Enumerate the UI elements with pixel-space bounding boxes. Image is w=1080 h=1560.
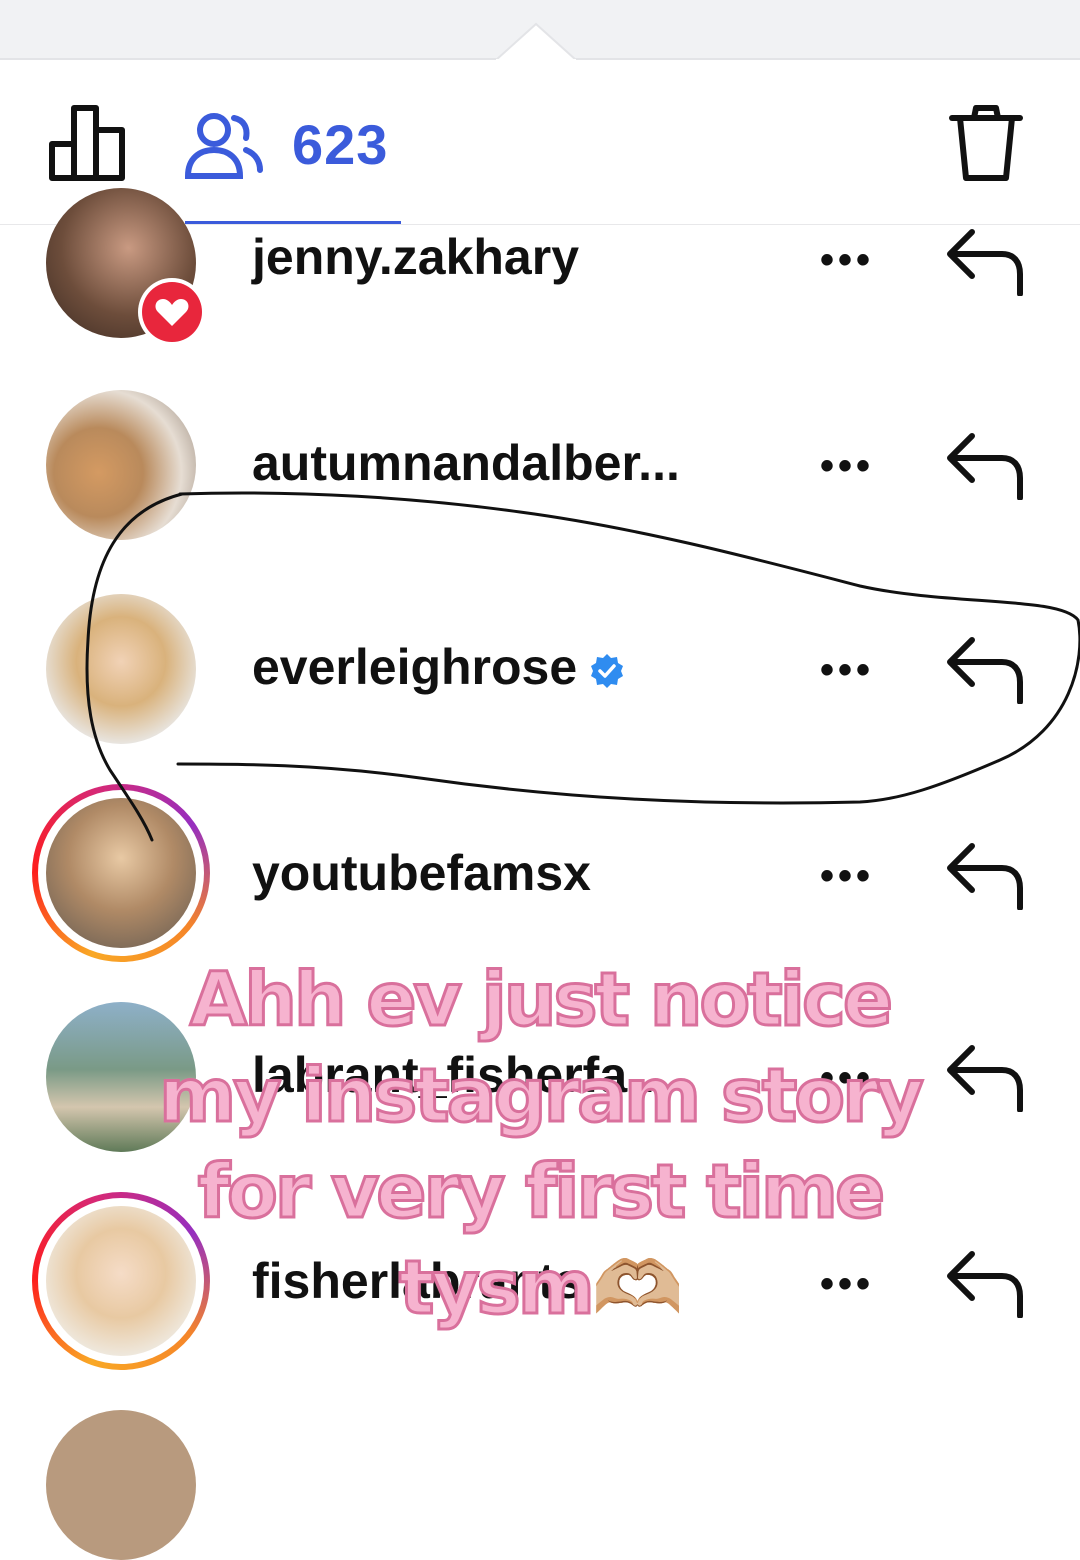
reply-arrow-icon[interactable]	[944, 634, 1026, 704]
avatar	[46, 798, 196, 948]
reply-arrow-icon[interactable]	[944, 1042, 1026, 1112]
story-ring[interactable]	[32, 784, 210, 962]
reply-arrow-icon[interactable]	[944, 430, 1026, 500]
liked-badge	[138, 278, 206, 346]
avatar[interactable]	[46, 594, 196, 744]
popover-caret	[496, 22, 576, 62]
caption-line: my instagram story	[158, 1052, 926, 1141]
avatar[interactable]	[46, 1410, 196, 1560]
viewer-username-text: everleighrose	[252, 639, 578, 695]
caption-line: Ahh ev just notice	[188, 956, 894, 1045]
story-caption: Ahh ev just notice my instagram story fo…	[150, 952, 930, 1336]
more-options-button[interactable]: •••	[820, 854, 874, 899]
reply-arrow-icon[interactable]	[944, 1248, 1026, 1318]
viewer-username[interactable]: everleighrose	[252, 638, 625, 696]
viewer-username[interactable]: jenny.zakhary	[252, 228, 579, 286]
caption-line: tysm🫶🏼	[398, 1244, 686, 1333]
more-options-button[interactable]: •••	[820, 444, 874, 489]
viewer-row[interactable]: autumnandalber... •••	[0, 390, 1080, 590]
heart-icon	[142, 282, 202, 342]
viewer-row[interactable]: everleighrose •••	[0, 594, 1080, 794]
bar-chart-icon[interactable]	[48, 104, 128, 184]
viewer-count[interactable]: 623	[292, 112, 388, 177]
viewer-username[interactable]: autumnandalber...	[252, 434, 680, 492]
more-options-button[interactable]: •••	[820, 238, 874, 283]
avatar[interactable]	[46, 390, 196, 540]
viewers-icon[interactable]	[184, 110, 264, 182]
reply-arrow-icon[interactable]	[944, 840, 1026, 910]
verified-badge-icon	[591, 653, 624, 688]
caption-line: for very first time	[196, 1148, 886, 1237]
trash-icon[interactable]	[948, 104, 1024, 184]
reply-arrow-icon[interactable]	[944, 226, 1026, 296]
more-options-button[interactable]: •••	[820, 648, 874, 693]
viewer-username[interactable]: youtubefamsx	[252, 844, 591, 902]
